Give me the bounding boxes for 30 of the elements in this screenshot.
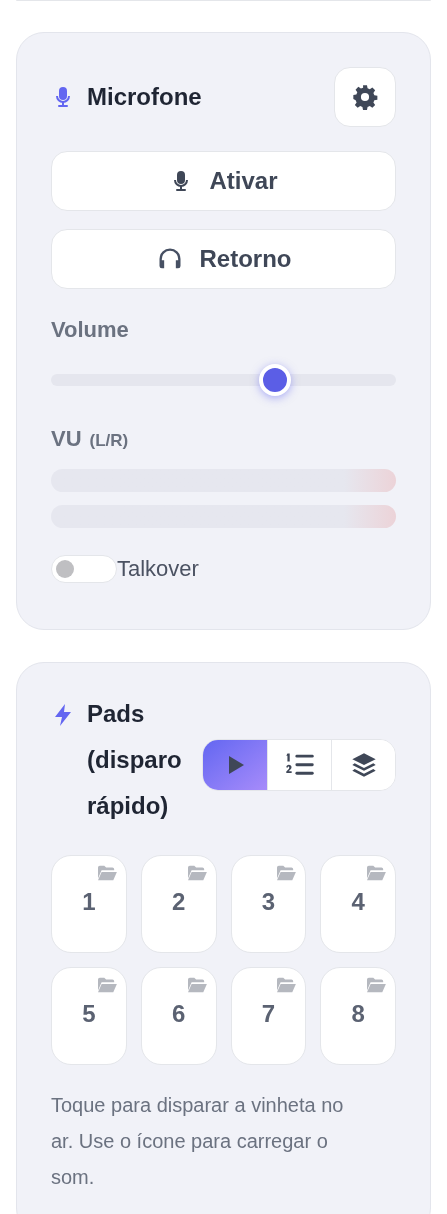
folder-icon[interactable] <box>365 976 387 994</box>
pads-hint: Toque para disparar a vinheta no ar. Use o ícone para carregar o som. <box>51 1093 345 1190</box>
folder-icon[interactable] <box>185 976 208 994</box>
talkover-toggle[interactable] <box>51 554 117 583</box>
folder-icon[interactable] <box>95 976 118 994</box>
pad-button[interactable]: 6 <box>140 967 217 1065</box>
pad-button[interactable]: 1 <box>51 855 127 953</box>
pad-button[interactable]: 7 <box>230 967 307 1065</box>
folder-icon[interactable] <box>185 864 208 882</box>
mode-tab[interactable] <box>203 740 267 790</box>
pad-button[interactable]: 5 <box>51 967 127 1065</box>
monitor-button[interactable]: Retorno <box>51 229 396 289</box>
pad-button[interactable]: 4 <box>320 855 396 953</box>
folder-icon[interactable] <box>275 864 298 882</box>
settings-icon <box>351 83 379 111</box>
panel-title: Microfone <box>87 82 202 112</box>
vu-label: VU <box>51 425 82 453</box>
pad-button[interactable]: 8 <box>320 967 396 1065</box>
folder-icon[interactable] <box>365 864 387 882</box>
pad-button[interactable]: 3 <box>230 855 307 953</box>
folder-icon[interactable] <box>275 976 298 994</box>
talkover-label: Talkover <box>117 555 199 583</box>
activate-button[interactable]: Ativar <box>51 151 396 211</box>
vu-sublabel: (L/R) <box>89 430 129 452</box>
folder-icon[interactable] <box>95 864 118 882</box>
settings-button[interactable] <box>334 67 396 127</box>
volume-label: Volume <box>51 316 130 344</box>
mode-tab[interactable] <box>331 740 395 790</box>
panel-title: Pads (disparo rápido) <box>87 699 183 821</box>
pad-button[interactable]: 2 <box>140 855 217 953</box>
